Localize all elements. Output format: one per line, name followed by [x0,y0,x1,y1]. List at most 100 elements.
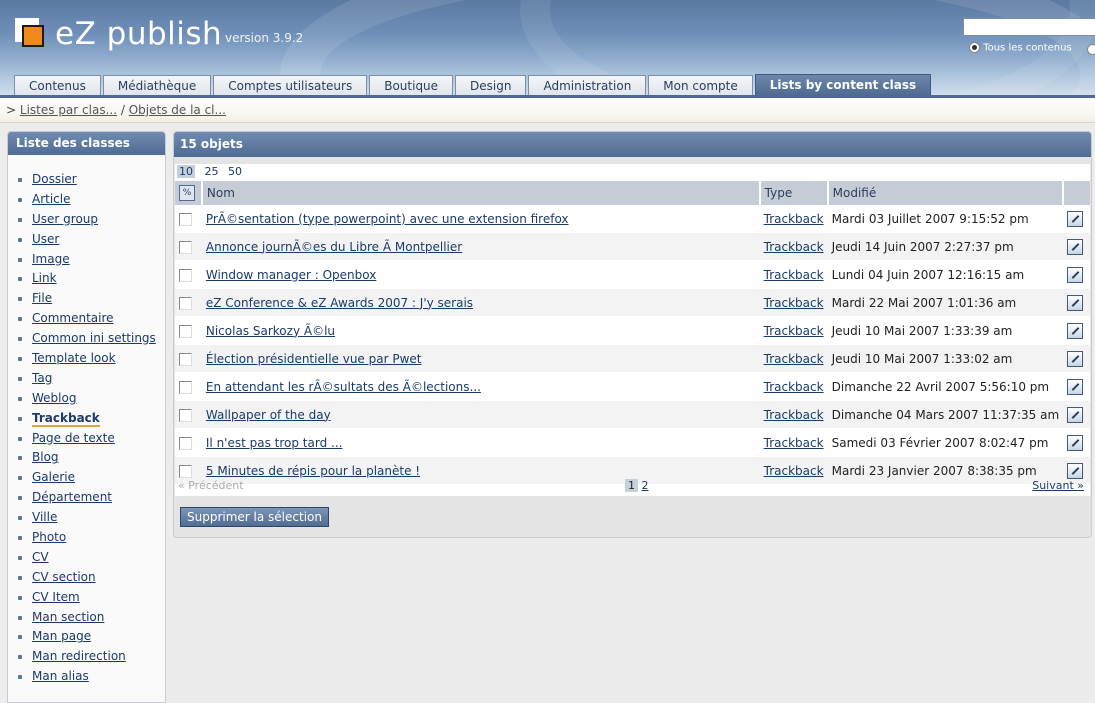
object-name-link[interactable]: Window manager : Openbox [206,268,376,282]
tab-design[interactable]: Design [455,75,527,96]
object-type-link[interactable]: Trackback [764,212,824,226]
row-checkbox[interactable] [179,240,192,254]
edit-icon[interactable] [1067,322,1084,339]
edit-icon[interactable] [1067,266,1084,283]
column-header-nom[interactable]: Nom [201,181,761,205]
class-link[interactable]: Dossier [32,172,77,186]
class-link[interactable]: Image [32,252,70,266]
class-list-item: Man section [18,607,165,627]
row-type-cell: Trackback [759,428,828,457]
edit-icon[interactable] [1067,210,1084,227]
row-checkbox-cell [175,260,202,289]
class-link[interactable]: Link [32,271,57,285]
tab-mon-compte[interactable]: Mon compte [648,75,753,96]
object-name-link[interactable]: Wallpaper of the day [206,408,331,422]
row-checkbox[interactable] [179,408,192,422]
class-link[interactable]: Man alias [32,669,89,683]
row-checkbox[interactable] [179,268,192,282]
radio-all-content[interactable] [969,42,980,53]
limit-10[interactable]: 10 [177,165,195,178]
column-header-modifie[interactable]: Modifié [827,181,1065,205]
class-link[interactable]: User [32,232,59,246]
object-name-link[interactable]: PrÃ©sentation (type powerpoint) avec une… [206,212,569,226]
class-link[interactable]: File [32,291,52,305]
class-link[interactable]: Galerie [32,470,75,484]
class-link[interactable]: CV Item [32,590,80,604]
tab-boutique[interactable]: Boutique [369,75,454,96]
breadcrumb-item-listes[interactable]: Listes par clas... [20,103,117,117]
class-list-item: Article [18,189,165,209]
row-checkbox-cell [175,232,202,261]
tab-administration[interactable]: Administration [528,75,647,96]
delete-selection-button[interactable]: Supprimer la sélection [180,507,329,527]
row-edit-cell [1063,232,1090,261]
tab-contenus[interactable]: Contenus [14,75,101,96]
edit-icon[interactable] [1067,406,1084,423]
row-checkbox[interactable] [179,436,192,450]
edit-icon[interactable] [1067,350,1084,367]
pager-page-1[interactable]: 1 [625,479,638,492]
limit-50[interactable]: 50 [228,165,242,178]
class-link[interactable]: Article [32,192,71,206]
object-name-link[interactable]: Il n'est pas trop tard ... [206,436,343,450]
row-checkbox-cell [175,316,202,345]
table-row: Annonce journÃ©es du Libre Ã Montpellier… [175,232,1090,261]
breadcrumb-item-objets[interactable]: Objets de la cl... [129,103,226,117]
search-input[interactable] [963,18,1095,36]
invert-selection-icon[interactable]: % [179,185,195,201]
class-link[interactable]: CV [32,550,49,564]
row-checkbox[interactable] [179,212,192,226]
class-link[interactable]: Common ini settings [32,331,156,345]
table-row: PrÃ©sentation (type powerpoint) avec une… [175,205,1090,233]
object-type-link[interactable]: Trackback [764,240,824,254]
limit-25[interactable]: 25 [205,165,219,178]
row-checkbox[interactable] [179,380,192,394]
row-checkbox[interactable] [179,352,192,366]
class-link[interactable]: Photo [32,530,66,544]
object-type-link[interactable]: Trackback [764,324,824,338]
class-link[interactable]: Commentaire [32,311,114,325]
object-name-link[interactable]: eZ Conference & eZ Awards 2007 : J'y ser… [206,296,473,310]
class-link[interactable]: Page de texte [32,431,115,445]
row-checkbox-cell [175,344,202,373]
pager-page-2[interactable]: 2 [642,479,649,492]
class-link[interactable]: Tag [32,371,52,385]
class-link[interactable]: Man redirection [32,649,126,663]
object-type-link[interactable]: Trackback [764,296,824,310]
class-link[interactable]: Département [32,490,112,504]
object-type-link[interactable]: Trackback [764,380,824,394]
class-link[interactable]: Man page [32,629,91,643]
object-name-link[interactable]: Annonce journÃ©es du Libre Ã Montpellier [206,240,462,254]
class-link[interactable]: CV section [32,570,96,584]
row-checkbox-cell [175,372,202,401]
edit-icon[interactable] [1067,294,1084,311]
class-link[interactable]: Blog [32,450,59,464]
class-link[interactable]: User group [32,212,98,226]
class-link[interactable]: Weblog [32,391,76,405]
edit-icon[interactable] [1067,434,1084,451]
radio-current-location[interactable] [1087,44,1095,55]
object-type-link[interactable]: Trackback [764,352,824,366]
object-type-link[interactable]: Trackback [764,436,824,450]
class-link[interactable]: Template look [32,351,116,365]
column-header-type[interactable]: Type [759,181,829,205]
class-link[interactable]: Ville [32,510,57,524]
class-link[interactable]: Trackback [32,410,100,427]
class-link[interactable]: Man section [32,610,104,624]
tab-lists-by-content-class[interactable]: Lists by content class [754,74,932,96]
object-type-link[interactable]: Trackback [764,408,824,422]
edit-icon[interactable] [1067,378,1084,395]
pager-next[interactable]: Suivant » [1032,479,1084,492]
search-scope-all[interactable]: Tous les contenus [969,42,1072,54]
objects-content: 10 25 50 % Nom Type Modifié PrÃ©sentatio… [175,164,1090,496]
tab-mediatheque[interactable]: Médiathèque [102,75,212,96]
row-checkbox[interactable] [179,296,192,310]
ez-logo-icon[interactable] [15,18,47,50]
row-checkbox[interactable] [179,324,192,338]
object-name-link[interactable]: Élection présidentielle vue par Pwet [206,352,422,366]
object-type-link[interactable]: Trackback [764,268,824,282]
edit-icon[interactable] [1067,238,1084,255]
tab-comptes-utilisateurs[interactable]: Comptes utilisateurs [213,75,368,96]
object-name-link[interactable]: En attendant les rÃ©sultats des Ã©lectio… [206,380,481,394]
object-name-link[interactable]: Nicolas Sarkozy Ã©lu [206,324,335,338]
